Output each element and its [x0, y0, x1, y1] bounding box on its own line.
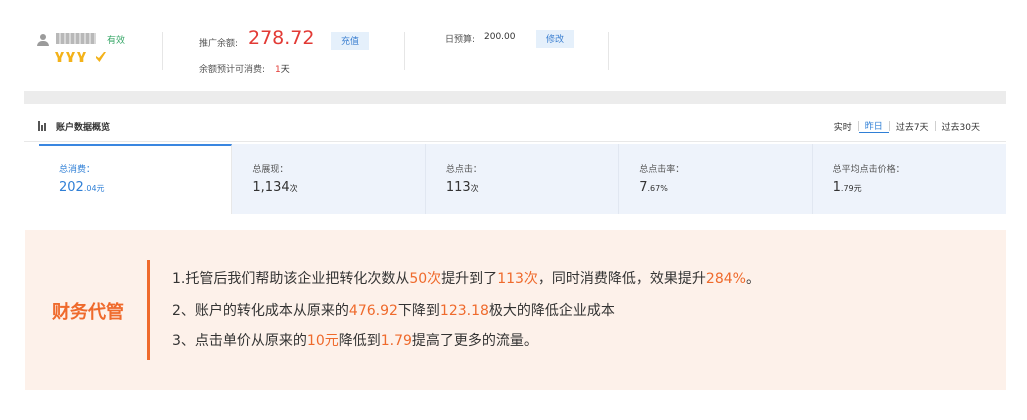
tab-last-7-days[interactable]: 过去7天: [890, 120, 935, 133]
metric-avg-click-price[interactable]: 总平均点击价格： 1.79元: [813, 144, 1006, 214]
balance-label: 推广余额:: [199, 39, 239, 49]
metric-total-cost[interactable]: 总消费： 202.04元: [39, 144, 233, 214]
balance-value: 278.72: [248, 27, 315, 49]
daily-budget-label: 日预算:: [445, 35, 476, 45]
user-icon: [37, 34, 49, 46]
metric-value: 202.04元: [59, 180, 105, 195]
metric-label: 总平均点击价格：: [832, 165, 905, 175]
promo-title: 财务代管: [52, 302, 124, 323]
metric-click-rate[interactable]: 总点击率： 7.67%: [619, 144, 813, 214]
metric-label: 总展现：: [252, 165, 289, 175]
promo-accent-rule: [147, 260, 150, 360]
edit-budget-button[interactable]: 修改: [536, 30, 574, 48]
section-divider-band: [24, 91, 1006, 104]
days-left-label: 余额预计可消费:: [199, 65, 266, 75]
credit-medals: [55, 52, 106, 62]
promo-line-3: 3、点击单价从原来的10元降低到1.79提高了更多的流量。: [172, 333, 538, 349]
medal-icon: [55, 52, 64, 62]
overview-header: 账户数据概览 实时 昨日 过去7天 过去30天: [24, 112, 1006, 142]
tab-yesterday[interactable]: 昨日: [858, 119, 889, 133]
metric-total-clicks[interactable]: 总点击： 113次: [426, 144, 620, 214]
metric-value: 1,134次: [252, 180, 298, 195]
divider: [162, 32, 163, 70]
tab-realtime[interactable]: 实时: [828, 120, 858, 133]
user-block: 有效: [37, 32, 187, 72]
metric-value: 1.79元: [832, 180, 862, 195]
daily-budget-value: 200.00: [484, 32, 516, 42]
verified-check-icon: [96, 52, 106, 62]
promo-line-1: 1.托管后我们帮助该企业把转化次数从50次提升到了113次，同时消费降低，效果提…: [172, 271, 760, 287]
promo-line-2: 2、账户的转化成本从原来的476.92下降到123.18极大的降低企业成本: [172, 303, 615, 319]
divider: [404, 32, 405, 70]
medal-icon: [77, 52, 86, 62]
masked-username: [56, 33, 96, 44]
metric-value: 113次: [445, 180, 479, 195]
days-left-unit: 天: [280, 65, 290, 75]
account-status: 有效: [107, 36, 126, 46]
medal-icon: [66, 52, 75, 62]
days-left-value: 1天: [275, 62, 290, 75]
time-range-tabs: 实时 昨日 过去7天 过去30天: [828, 119, 986, 133]
metrics-row: 总消费： 202.04元 总展现： 1,134次 总点击： 113次 总点击率：…: [39, 144, 1006, 214]
metric-total-impressions[interactable]: 总展现： 1,134次: [232, 144, 426, 214]
divider: [608, 32, 609, 70]
metric-label: 总点击率：: [639, 165, 685, 175]
bar-chart-icon: [38, 121, 48, 131]
overview-title: 账户数据概览: [56, 123, 111, 133]
metric-label: 总消费：: [59, 165, 96, 175]
tab-last-30-days[interactable]: 过去30天: [936, 120, 986, 133]
metric-label: 总点击：: [445, 165, 482, 175]
recharge-button[interactable]: 充值: [331, 32, 369, 50]
account-bar: 有效 推广余额: 278.72 充值 余额预计可消费: 1天 日预算: 200.…: [24, 16, 1006, 76]
metric-value: 7.67%: [639, 180, 668, 195]
promo-panel: 财务代管 1.托管后我们帮助该企业把转化次数从50次提升到了113次，同时消费降…: [25, 230, 1006, 390]
